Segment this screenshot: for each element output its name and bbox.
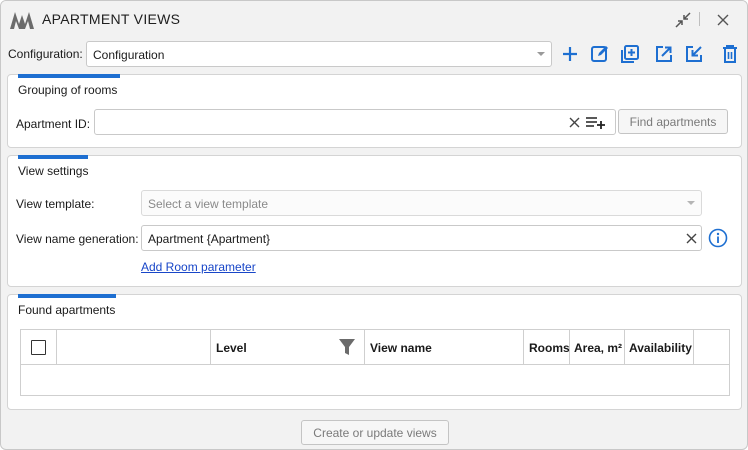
trash-icon [723, 45, 737, 63]
configuration-label: Configuration: [8, 47, 83, 61]
delete-configuration-button[interactable] [718, 42, 742, 66]
window-title: APARTMENT VIEWS [42, 11, 181, 27]
find-apartments-button[interactable]: Find apartments [618, 109, 728, 134]
view-name-generation-label: View name generation: [16, 232, 139, 246]
edit-icon [591, 46, 608, 62]
header-area-label: Area, m² [574, 341, 623, 355]
collapse-arrows-icon [675, 12, 691, 28]
view-settings-panel: View settings View template: Select a vi… [7, 155, 742, 287]
section-accent [18, 74, 120, 78]
header-select-all [21, 330, 57, 364]
apartment-id-label: Apartment ID: [16, 117, 91, 131]
apartment-views-window: APARTMENT VIEWS Configuration: Configura… [0, 0, 748, 450]
duplicate-configuration-button[interactable] [618, 42, 642, 66]
section-accent [18, 294, 116, 298]
info-button[interactable] [708, 228, 728, 248]
chevron-down-icon [537, 52, 545, 56]
edit-configuration-button[interactable] [588, 42, 612, 66]
section-accent [18, 155, 88, 159]
create-or-update-views-button[interactable]: Create or update views [301, 420, 449, 445]
grouping-of-rooms-panel: Grouping of rooms Apartment ID: Find apa… [7, 74, 742, 148]
view-name-generation-value: Apartment {Apartment} [148, 232, 271, 246]
collapse-button[interactable] [670, 8, 696, 32]
add-configuration-button[interactable] [558, 42, 582, 66]
header-blank [57, 330, 211, 364]
header-rooms-label: Rooms [529, 341, 570, 355]
plus-icon [563, 47, 577, 61]
close-icon [717, 14, 729, 26]
select-all-checkbox[interactable] [31, 340, 46, 355]
export-icon [656, 46, 672, 62]
header-availability-label: Availability [629, 341, 692, 355]
header-view-name[interactable]: View name [365, 330, 524, 364]
header-extra [694, 330, 729, 364]
info-icon [708, 228, 728, 248]
apartments-table: Level View name Rooms Area, m² Availabil… [20, 329, 730, 396]
view-settings-title: View settings [18, 164, 89, 178]
header-level-label: Level [216, 341, 247, 355]
view-template-placeholder: Select a view template [148, 197, 269, 211]
app-logo-icon [10, 12, 34, 29]
configuration-select[interactable]: Configuration [86, 41, 552, 67]
close-button[interactable] [710, 8, 736, 32]
found-apartments-title: Found apartments [18, 303, 116, 317]
configuration-selected-value: Configuration [93, 48, 165, 62]
clear-icon[interactable] [567, 115, 581, 129]
header-availability[interactable]: Availability [625, 330, 694, 364]
apartment-id-input[interactable] [94, 109, 616, 135]
grouping-title: Grouping of rooms [18, 83, 118, 97]
header-view-name-label: View name [370, 341, 432, 355]
clear-icon[interactable] [684, 231, 698, 245]
duplicate-icon [621, 45, 639, 63]
table-body [21, 365, 729, 395]
header-rooms[interactable]: Rooms [524, 330, 570, 364]
header-level[interactable]: Level [211, 330, 365, 364]
view-template-select[interactable]: Select a view template [141, 190, 702, 216]
header-area[interactable]: Area, m² [570, 330, 625, 364]
add-room-parameter-link[interactable]: Add Room parameter [141, 260, 256, 274]
import-configuration-button[interactable] [682, 42, 706, 66]
table-header: Level View name Rooms Area, m² Availabil… [21, 330, 729, 365]
view-name-generation-input[interactable]: Apartment {Apartment} [141, 225, 702, 251]
add-to-list-icon[interactable] [585, 114, 609, 130]
view-template-label: View template: [16, 197, 95, 211]
filter-icon[interactable] [339, 338, 355, 356]
import-icon [686, 46, 702, 62]
export-configuration-button[interactable] [652, 42, 676, 66]
chevron-down-icon [687, 201, 695, 205]
titlebar-separator [699, 12, 700, 26]
title-bar: APARTMENT VIEWS [1, 1, 747, 37]
found-apartments-panel: Found apartments Level View name Rooms A… [7, 294, 742, 410]
